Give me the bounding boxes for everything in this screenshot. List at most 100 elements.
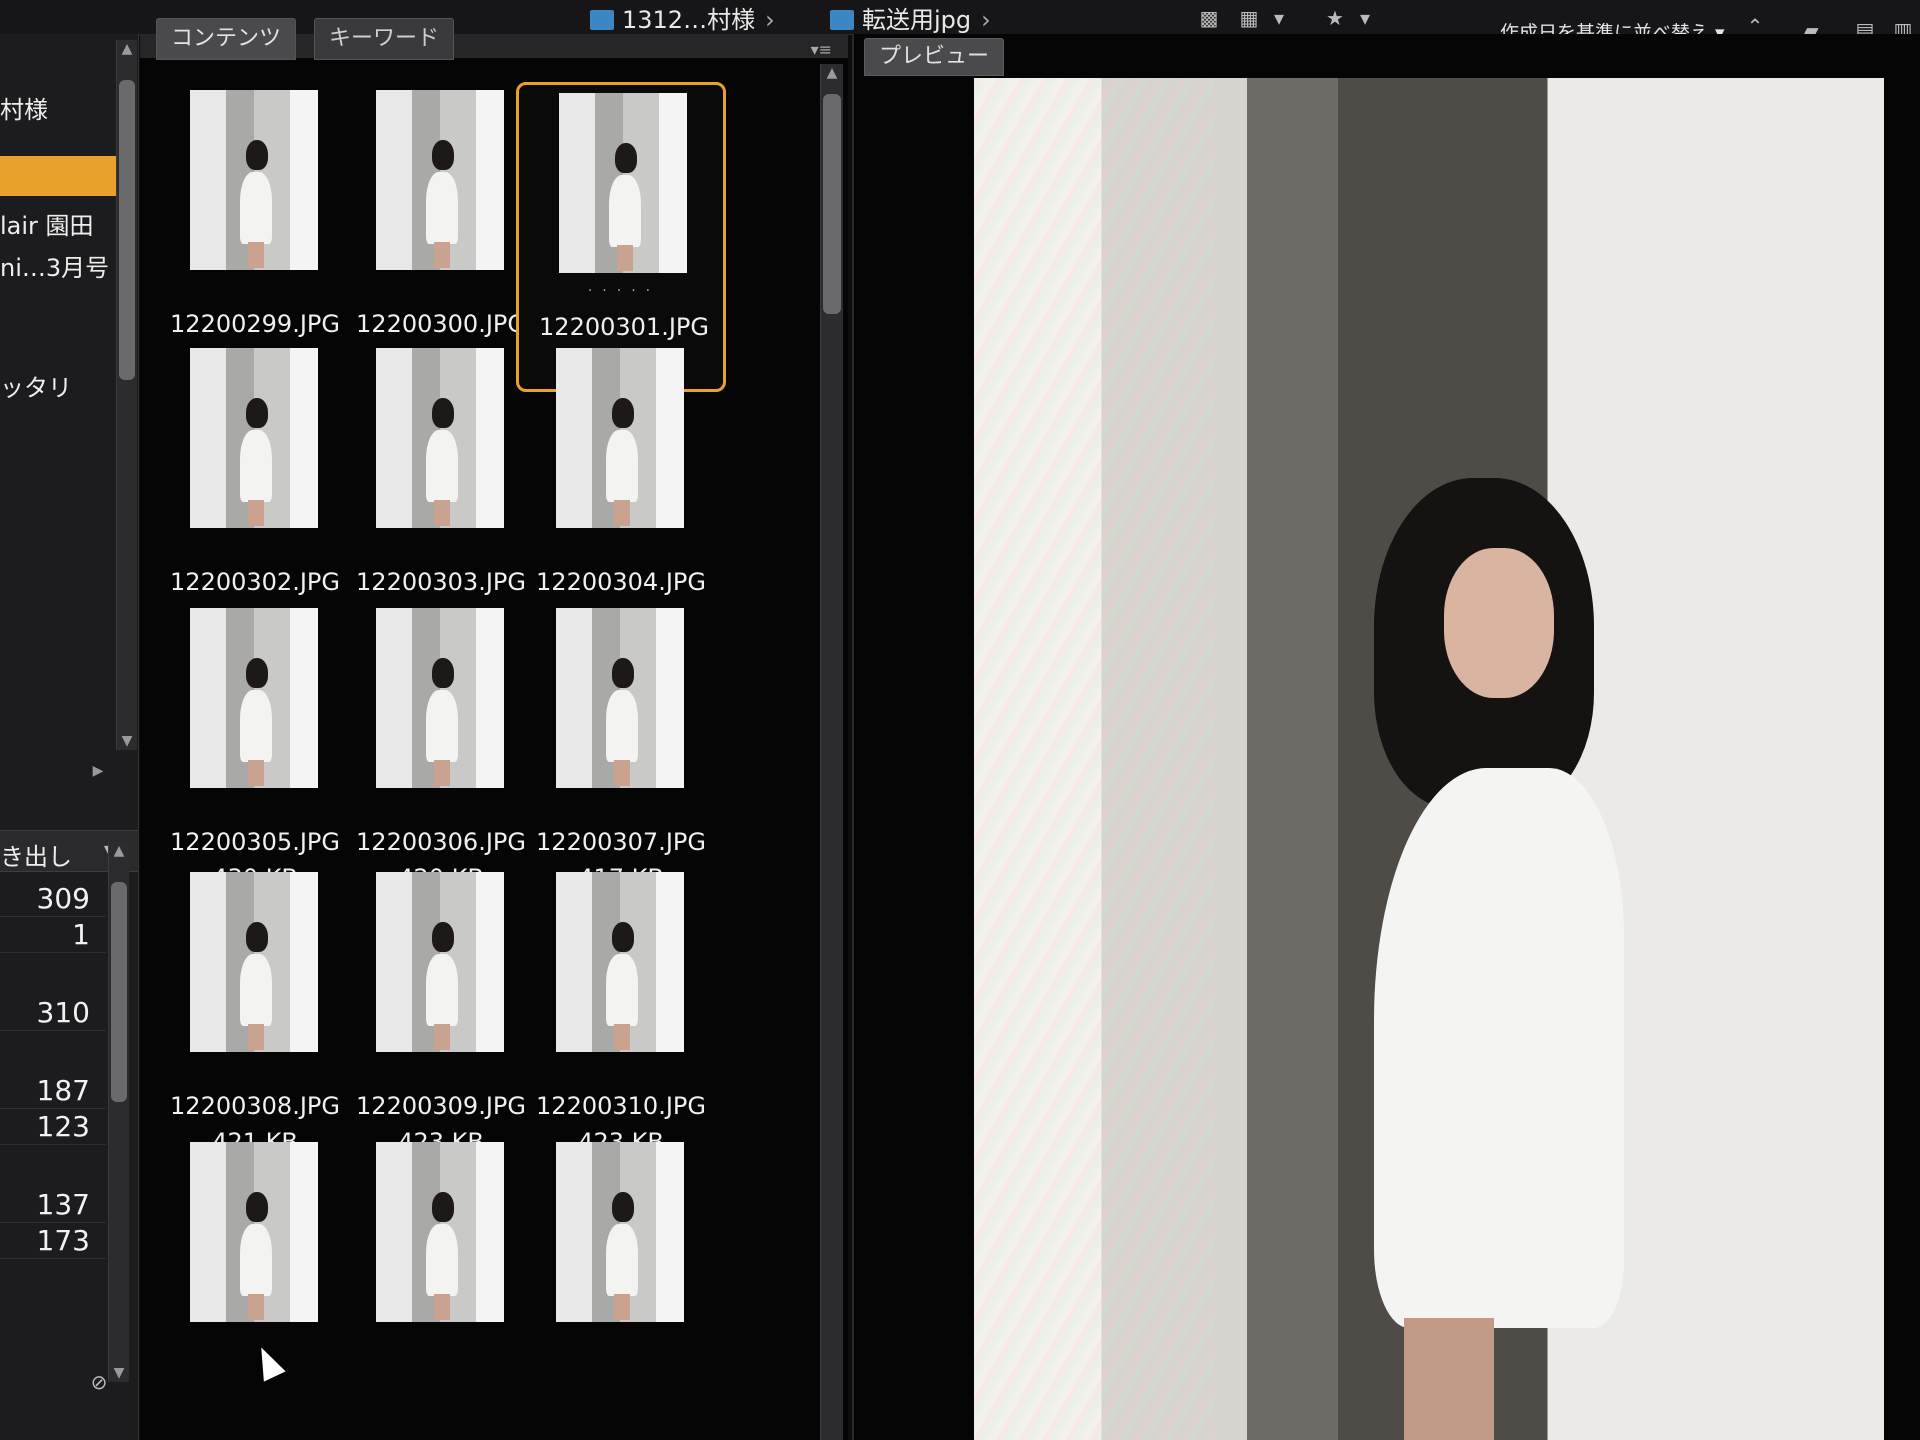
scroll-down-icon[interactable]: ▼ (117, 732, 137, 750)
thumbnail-dress (426, 172, 458, 244)
thumbnail-image[interactable] (190, 348, 318, 528)
chevron-down-icon[interactable]: ▾ (1266, 6, 1292, 30)
rating-stars[interactable]: ····· (519, 283, 729, 299)
tab-keywords[interactable]: キーワード (314, 18, 455, 60)
thumbnail-image[interactable] (376, 90, 504, 270)
thumbnail-head (246, 140, 268, 170)
preview-image[interactable] (974, 78, 1884, 1440)
thumbnail-head (246, 922, 268, 952)
sidebar-folder[interactable]: lair 園田 (0, 206, 94, 241)
sidebar-folder[interactable]: ッタリ (0, 368, 72, 403)
file-name: 12200310.JPG (536, 1092, 706, 1120)
thumbnail-head (432, 1192, 454, 1222)
thumbnail-image[interactable] (190, 608, 318, 788)
thumbnail-image[interactable] (190, 872, 318, 1052)
thumbnail-image[interactable] (376, 348, 504, 528)
thumbnail-item[interactable] (516, 1134, 726, 1440)
thumbnail-image[interactable] (190, 90, 318, 270)
thumbnail-dress (609, 175, 641, 247)
chevron-down-icon[interactable]: ▾ (1352, 6, 1378, 30)
thumbnail-item[interactable] (336, 1134, 546, 1440)
thumbnail-image[interactable] (376, 1142, 504, 1322)
chevron-right-icon: › (765, 6, 775, 34)
subject-face (1444, 548, 1554, 698)
thumbnail-legs (614, 760, 630, 786)
checker-view-icon[interactable]: ▩ (1196, 6, 1222, 30)
thumbnail-legs (434, 1294, 450, 1320)
thumbnail-image[interactable] (376, 872, 504, 1052)
thumbnail-image[interactable] (376, 608, 504, 788)
folders-sidebar: 村様 lair 園田 ni…3月号 ッタリ ▲ ▼ ▶ き出し ▾≡ 309 1… (0, 34, 139, 1440)
count-value: 173 (36, 1224, 90, 1257)
thumbnail-image[interactable] (556, 1142, 684, 1322)
thumbnail-image[interactable] (556, 872, 684, 1052)
thumbnail-head (432, 922, 454, 952)
scroll-up-icon[interactable]: ▲ (109, 842, 129, 860)
breadcrumb-item-2[interactable]: 転送用jpg › (830, 0, 991, 34)
scrollbar-thumb[interactable] (119, 80, 135, 380)
thumbnail-dress (240, 1224, 272, 1296)
chevron-right-icon: › (981, 6, 991, 34)
scrollbar-thumb[interactable] (111, 882, 127, 1102)
thumbnail-legs (248, 760, 264, 786)
tab-contents[interactable]: コンテンツ (156, 18, 297, 60)
thumbnail-legs (248, 500, 264, 526)
thumbnail-dress (606, 1224, 638, 1296)
file-name: 12200302.JPG (170, 568, 340, 596)
thumbnail-dress (606, 954, 638, 1026)
scroll-up-icon[interactable]: ▲ (822, 64, 842, 82)
scroll-down-icon[interactable]: ▼ (109, 1364, 129, 1382)
count-row: 309 (0, 880, 106, 917)
tab-preview[interactable]: プレビュー (864, 38, 1005, 76)
count-value: 137 (36, 1188, 90, 1221)
thumbnail-head (246, 398, 268, 428)
thumbnail-dress (240, 954, 272, 1026)
count-row: 137 (0, 1186, 106, 1223)
breadcrumb-item-1[interactable]: 1312…村様 › (590, 0, 775, 34)
thumbnail-dress (426, 1224, 458, 1296)
file-name: 12200307.JPG (536, 828, 706, 856)
file-name: 12200308.JPG (170, 1092, 340, 1120)
count-row: 173 (0, 1222, 106, 1259)
file-name: 12200301.JPG (539, 313, 709, 341)
scroll-right-icon[interactable]: ▶ (88, 762, 108, 780)
sidebar-selected-item[interactable] (0, 156, 118, 196)
sidebar-scrollbar[interactable]: ▲ ▼ (116, 40, 137, 750)
thumbnail-item[interactable]: 12200308.JPG421 KB (150, 864, 360, 1174)
content-panel: コンテンツ キーワード ▾≡ 12200299.JPG423 KB1220030… (140, 18, 848, 1440)
thumbnail-item[interactable] (150, 1134, 360, 1440)
preview-panel: プレビュー (852, 34, 1920, 1440)
count-row: 123 (0, 1108, 106, 1145)
thumbnail-head (246, 658, 268, 688)
grid-view-icon[interactable]: ▦ (1236, 6, 1262, 30)
no-entry-icon[interactable]: ⊘ (86, 1370, 112, 1394)
file-name: 12200303.JPG (356, 568, 526, 596)
panel-menu-icon[interactable]: ▾≡ (811, 40, 832, 59)
count-value: 123 (36, 1110, 90, 1143)
file-name: 12200300.JPG (356, 310, 526, 338)
count-value: 187 (36, 1074, 90, 1107)
thumbnail-item[interactable]: 12200310.JPG423 KB (516, 864, 726, 1174)
thumbnail-legs (614, 1294, 630, 1320)
thumbnail-head (615, 143, 637, 173)
sidebar-folder[interactable]: 村様 (0, 90, 48, 125)
filter-panel-title: き出し (0, 843, 72, 871)
content-scrollbar[interactable]: ▲ (820, 64, 843, 1440)
thumbnail-legs (434, 1024, 450, 1050)
sidebar-folder[interactable]: ni…3月号 (0, 248, 109, 283)
filter-scrollbar[interactable]: ▲ ▼ (108, 842, 129, 1382)
thumbnail-image[interactable] (556, 348, 684, 528)
thumbnail-image[interactable] (559, 93, 687, 273)
file-name: 12200305.JPG (170, 828, 340, 856)
thumbnail-item[interactable]: 12200309.JPG423 KB (336, 864, 546, 1174)
star-filter-icon[interactable]: ★ (1322, 6, 1348, 30)
thumbnail-head (612, 658, 634, 688)
thumbnail-legs (434, 500, 450, 526)
thumbnail-image[interactable] (190, 1142, 318, 1322)
scroll-up-icon[interactable]: ▲ (117, 40, 137, 58)
thumbnail-head (612, 1192, 634, 1222)
count-row: 1 (0, 916, 106, 953)
thumbnail-image[interactable] (556, 608, 684, 788)
scrollbar-thumb[interactable] (823, 94, 841, 314)
moire-pattern (974, 78, 1214, 1440)
